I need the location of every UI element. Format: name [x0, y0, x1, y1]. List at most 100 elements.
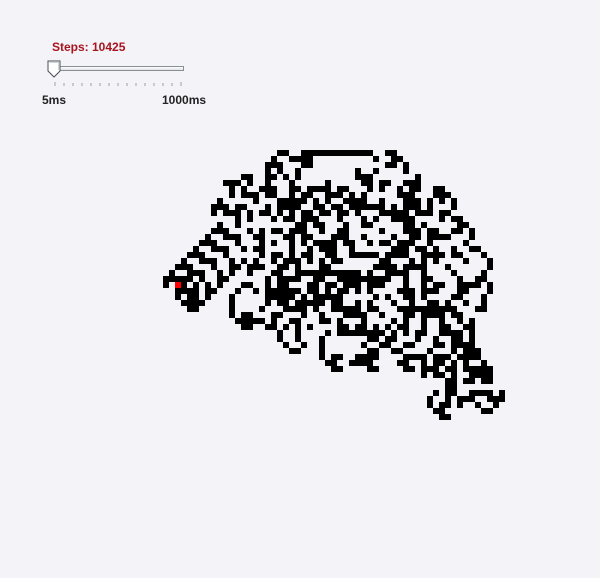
grid-cell	[247, 174, 253, 180]
grid-cell	[319, 240, 325, 246]
grid-cell	[271, 288, 277, 294]
grid-cell	[289, 228, 295, 234]
grid-cell	[319, 204, 325, 210]
grid-cell	[277, 270, 283, 276]
grid-cell	[463, 354, 469, 360]
grid-cell	[235, 204, 241, 210]
grid-cell	[205, 288, 211, 294]
grid-cell	[187, 306, 193, 312]
grid-cell	[439, 354, 445, 360]
grid-cell	[469, 342, 475, 348]
grid-cell	[487, 408, 493, 414]
grid-cell	[463, 366, 469, 372]
grid-cell	[277, 204, 283, 210]
grid-cell	[169, 270, 175, 276]
grid-cell	[355, 270, 361, 276]
grid-cell	[301, 342, 307, 348]
grid-cell	[229, 258, 235, 264]
grid-cell	[397, 348, 403, 354]
grid-cell	[445, 192, 451, 198]
grid-cell	[319, 222, 325, 228]
grid-cell	[289, 294, 295, 300]
grid-cell	[409, 216, 415, 222]
grid-cell	[253, 198, 259, 204]
grid-cell	[223, 180, 229, 186]
grid-cell	[235, 210, 241, 216]
grid-cell	[325, 264, 331, 270]
grid-cell	[247, 216, 253, 222]
grid-cell	[187, 252, 193, 258]
grid-cell	[175, 294, 181, 300]
grid-cell	[361, 276, 367, 282]
grid-cell	[265, 288, 271, 294]
grid-cell	[247, 318, 253, 324]
grid-cell	[487, 396, 493, 402]
grid-cell	[427, 300, 433, 306]
grid-cell	[175, 276, 181, 282]
grid-cell	[361, 312, 367, 318]
grid-cell	[373, 336, 379, 342]
grid-cell	[199, 252, 205, 258]
grid-cell	[163, 276, 169, 282]
grid-cell	[463, 348, 469, 354]
grid-cell	[409, 204, 415, 210]
grid-cell	[475, 306, 481, 312]
grid-cell	[475, 348, 481, 354]
grid-cell	[451, 378, 457, 384]
grid-cell	[325, 318, 331, 324]
grid-cell	[415, 186, 421, 192]
grid-cell	[349, 246, 355, 252]
grid-cell	[379, 240, 385, 246]
grid-cell	[175, 264, 181, 270]
grid-cell	[313, 276, 319, 282]
grid-cell	[475, 246, 481, 252]
grid-cell	[373, 306, 379, 312]
grid-cell	[367, 186, 373, 192]
grid-cell	[451, 228, 457, 234]
grid-cell	[211, 228, 217, 234]
grid-cell	[235, 264, 241, 270]
grid-cell	[295, 306, 301, 312]
grid-cell	[325, 330, 331, 336]
grid-cell	[331, 282, 337, 288]
grid-cell	[295, 270, 301, 276]
grid-cell	[367, 300, 373, 306]
grid-cell	[223, 204, 229, 210]
grid-cell	[451, 216, 457, 222]
grid-cell	[241, 318, 247, 324]
grid-cell	[337, 366, 343, 372]
grid-cell	[463, 324, 469, 330]
grid-cell	[403, 246, 409, 252]
grid-cell	[403, 318, 409, 324]
grid-cell	[301, 294, 307, 300]
grid-cell	[337, 258, 343, 264]
grid-cell	[205, 258, 211, 264]
grid-cell	[385, 324, 391, 330]
grid-cell	[253, 264, 259, 270]
grid-cell	[229, 300, 235, 306]
grid-cell	[259, 210, 265, 216]
grid-cell	[319, 186, 325, 192]
grid-cell	[385, 258, 391, 264]
grid-cell	[229, 294, 235, 300]
grid-cell	[331, 252, 337, 258]
grid-cell	[373, 294, 379, 300]
grid-cell	[211, 210, 217, 216]
grid-cell	[391, 330, 397, 336]
grid-cell	[283, 306, 289, 312]
grid-cell	[349, 150, 355, 156]
grid-cell	[463, 360, 469, 366]
grid-cell	[193, 282, 199, 288]
grid-cell	[457, 252, 463, 258]
grid-cell	[337, 216, 343, 222]
grid-cell	[415, 180, 421, 186]
grid-cell	[391, 336, 397, 342]
grid-cell	[475, 390, 481, 396]
grid-cell	[457, 222, 463, 228]
grid-cell	[241, 174, 247, 180]
grid-cell	[457, 276, 463, 282]
grid-cell	[295, 276, 301, 282]
grid-cell	[403, 168, 409, 174]
grid-cell	[439, 282, 445, 288]
grid-cell	[247, 270, 253, 276]
